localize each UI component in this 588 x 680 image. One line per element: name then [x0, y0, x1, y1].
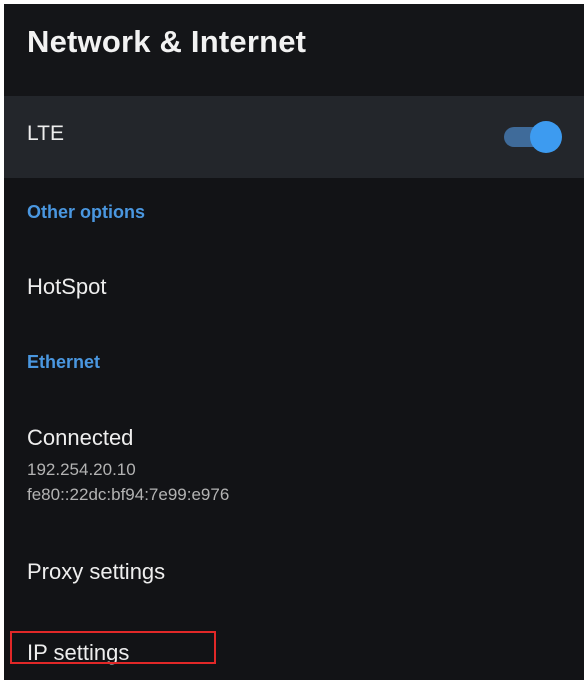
- section-header-other-options: Other options: [27, 202, 145, 222]
- ethernet-connected-item[interactable]: Connected: [27, 425, 133, 451]
- network-internet-screen: Network & Internet LTE Other options Hot…: [4, 4, 584, 680]
- ip-settings-highlight-box: [10, 631, 216, 664]
- page-title: Network & Internet: [27, 24, 307, 59]
- ipv4-address: 192.254.20.10: [27, 460, 136, 479]
- header-bar: Network & Internet: [4, 4, 584, 96]
- toggle-on-icon: [530, 121, 562, 153]
- section-header-ethernet: Ethernet: [27, 352, 101, 372]
- lte-setting-row[interactable]: LTE: [4, 96, 584, 178]
- hotspot-item[interactable]: HotSpot: [27, 274, 107, 300]
- lte-label: LTE: [27, 122, 64, 145]
- ipv6-address: fe80::22dc:bf94:7e99:e976: [27, 485, 230, 504]
- lte-toggle-switch[interactable]: [502, 121, 566, 153]
- proxy-settings-item[interactable]: Proxy settings: [27, 559, 165, 585]
